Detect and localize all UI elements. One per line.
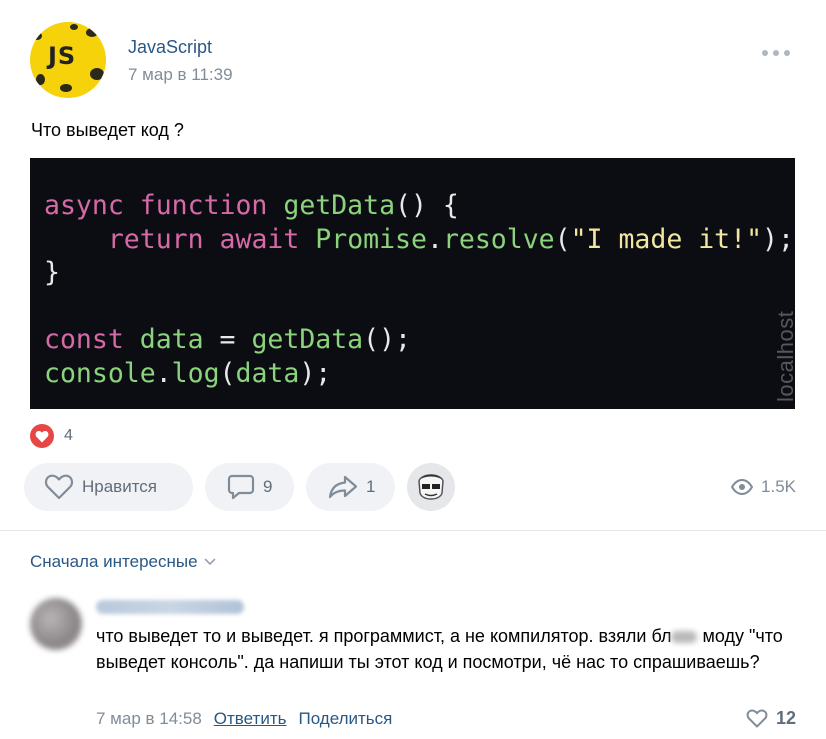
post-author[interactable]: JavaScript <box>128 37 212 58</box>
comments-sort-dropdown[interactable]: Сначала интересные <box>30 552 216 572</box>
comment-text: что выведет то и выведет. я программист,… <box>96 623 786 675</box>
share-button[interactable]: 1 <box>306 463 395 511</box>
chevron-down-icon <box>204 558 215 566</box>
eye-icon <box>731 479 754 495</box>
heart-icon <box>30 424 54 448</box>
comment-text-part1: что выведет то и выведет. я программист,… <box>96 626 672 646</box>
code-image[interactable]: async function getData() { return await … <box>30 158 795 409</box>
comment-avatar[interactable] <box>30 598 82 650</box>
blurred-word <box>671 631 698 644</box>
user-reaction-avatar[interactable] <box>407 463 455 511</box>
community-avatar[interactable]: JS <box>30 22 106 98</box>
comment-author-blurred[interactable] <box>96 600 244 614</box>
comment-item: что выведет то и выведет. я программист,… <box>30 596 800 736</box>
code-block: async function getData() { return await … <box>44 190 794 389</box>
comment-like-count: 12 <box>775 708 796 728</box>
heart-outline-icon <box>746 709 768 728</box>
sort-label: Сначала интересные <box>30 552 198 571</box>
comment-date[interactable]: 7 мар в 14:58 <box>96 709 202 729</box>
comment-meta: 7 мар в 14:58 Ответить Поделиться <box>96 709 392 729</box>
post-date[interactable]: 7 мар в 11:39 <box>128 65 233 85</box>
avatar-logo-text: JS <box>48 42 77 70</box>
post-text: Что выведет код ? <box>31 120 184 140</box>
comment-like-button[interactable]: 12 <box>746 708 796 729</box>
post-actions: Нравится 9 1 1.5K <box>24 463 796 511</box>
post-header: JS JavaScript 7 мар в 11:39 <box>30 22 800 100</box>
reaction-count: 4 <box>64 427 73 444</box>
divider <box>0 530 826 531</box>
comment-icon <box>227 474 255 500</box>
shares-count: 1 <box>366 477 376 496</box>
comments-count: 9 <box>263 477 273 496</box>
reply-link[interactable]: Ответить <box>214 709 287 729</box>
more-horizontal-icon[interactable] <box>762 48 790 58</box>
comment-button[interactable]: 9 <box>205 463 294 511</box>
views-counter: 1.5K <box>731 477 796 497</box>
heart-outline-icon <box>44 474 74 500</box>
views-count: 1.5K <box>761 477 796 496</box>
share-link[interactable]: Поделиться <box>298 709 392 729</box>
reactions-summary[interactable]: 4 <box>30 424 73 448</box>
like-button[interactable]: Нравится <box>24 463 193 511</box>
share-arrow-icon <box>328 475 358 499</box>
image-watermark: localhost <box>773 310 798 402</box>
like-label: Нравится <box>82 477 158 496</box>
